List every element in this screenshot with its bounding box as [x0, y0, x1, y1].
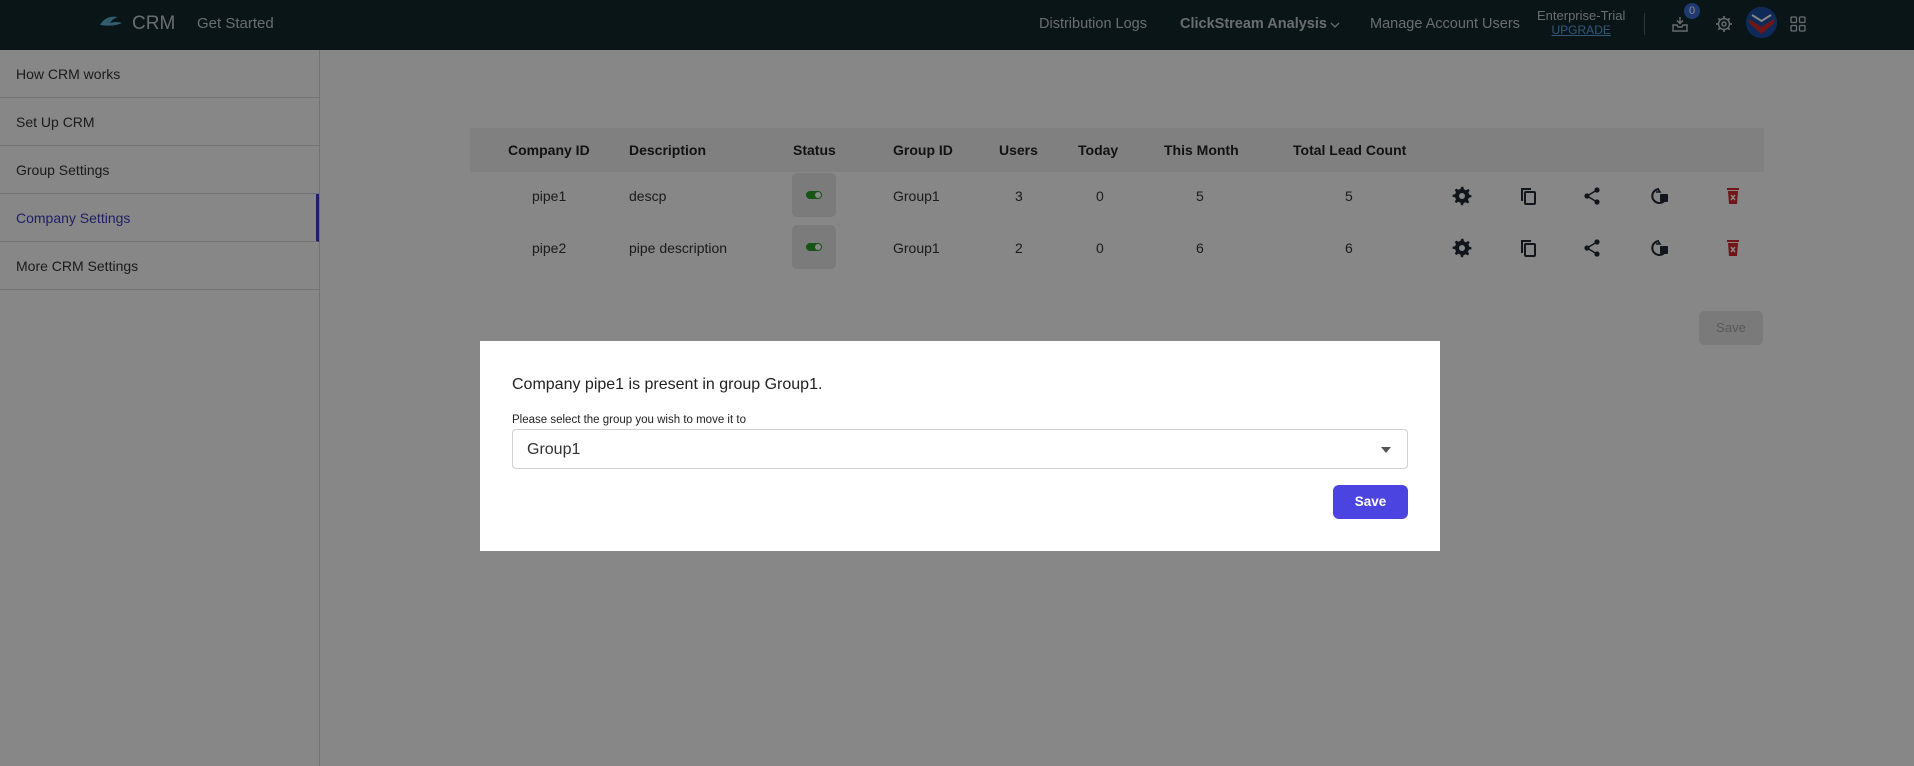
caret-down-icon — [1381, 447, 1391, 453]
group-select-label: Please select the group you wish to move… — [512, 414, 746, 426]
dialog-message: Company pipe1 is present in group Group1… — [512, 376, 823, 393]
group-select-value: Group1 — [527, 441, 581, 458]
move-company-dialog: Company pipe1 is present in group Group1… — [480, 341, 1440, 551]
save-button[interactable]: Save — [1333, 485, 1408, 519]
group-select[interactable]: Group1 — [512, 429, 1408, 469]
